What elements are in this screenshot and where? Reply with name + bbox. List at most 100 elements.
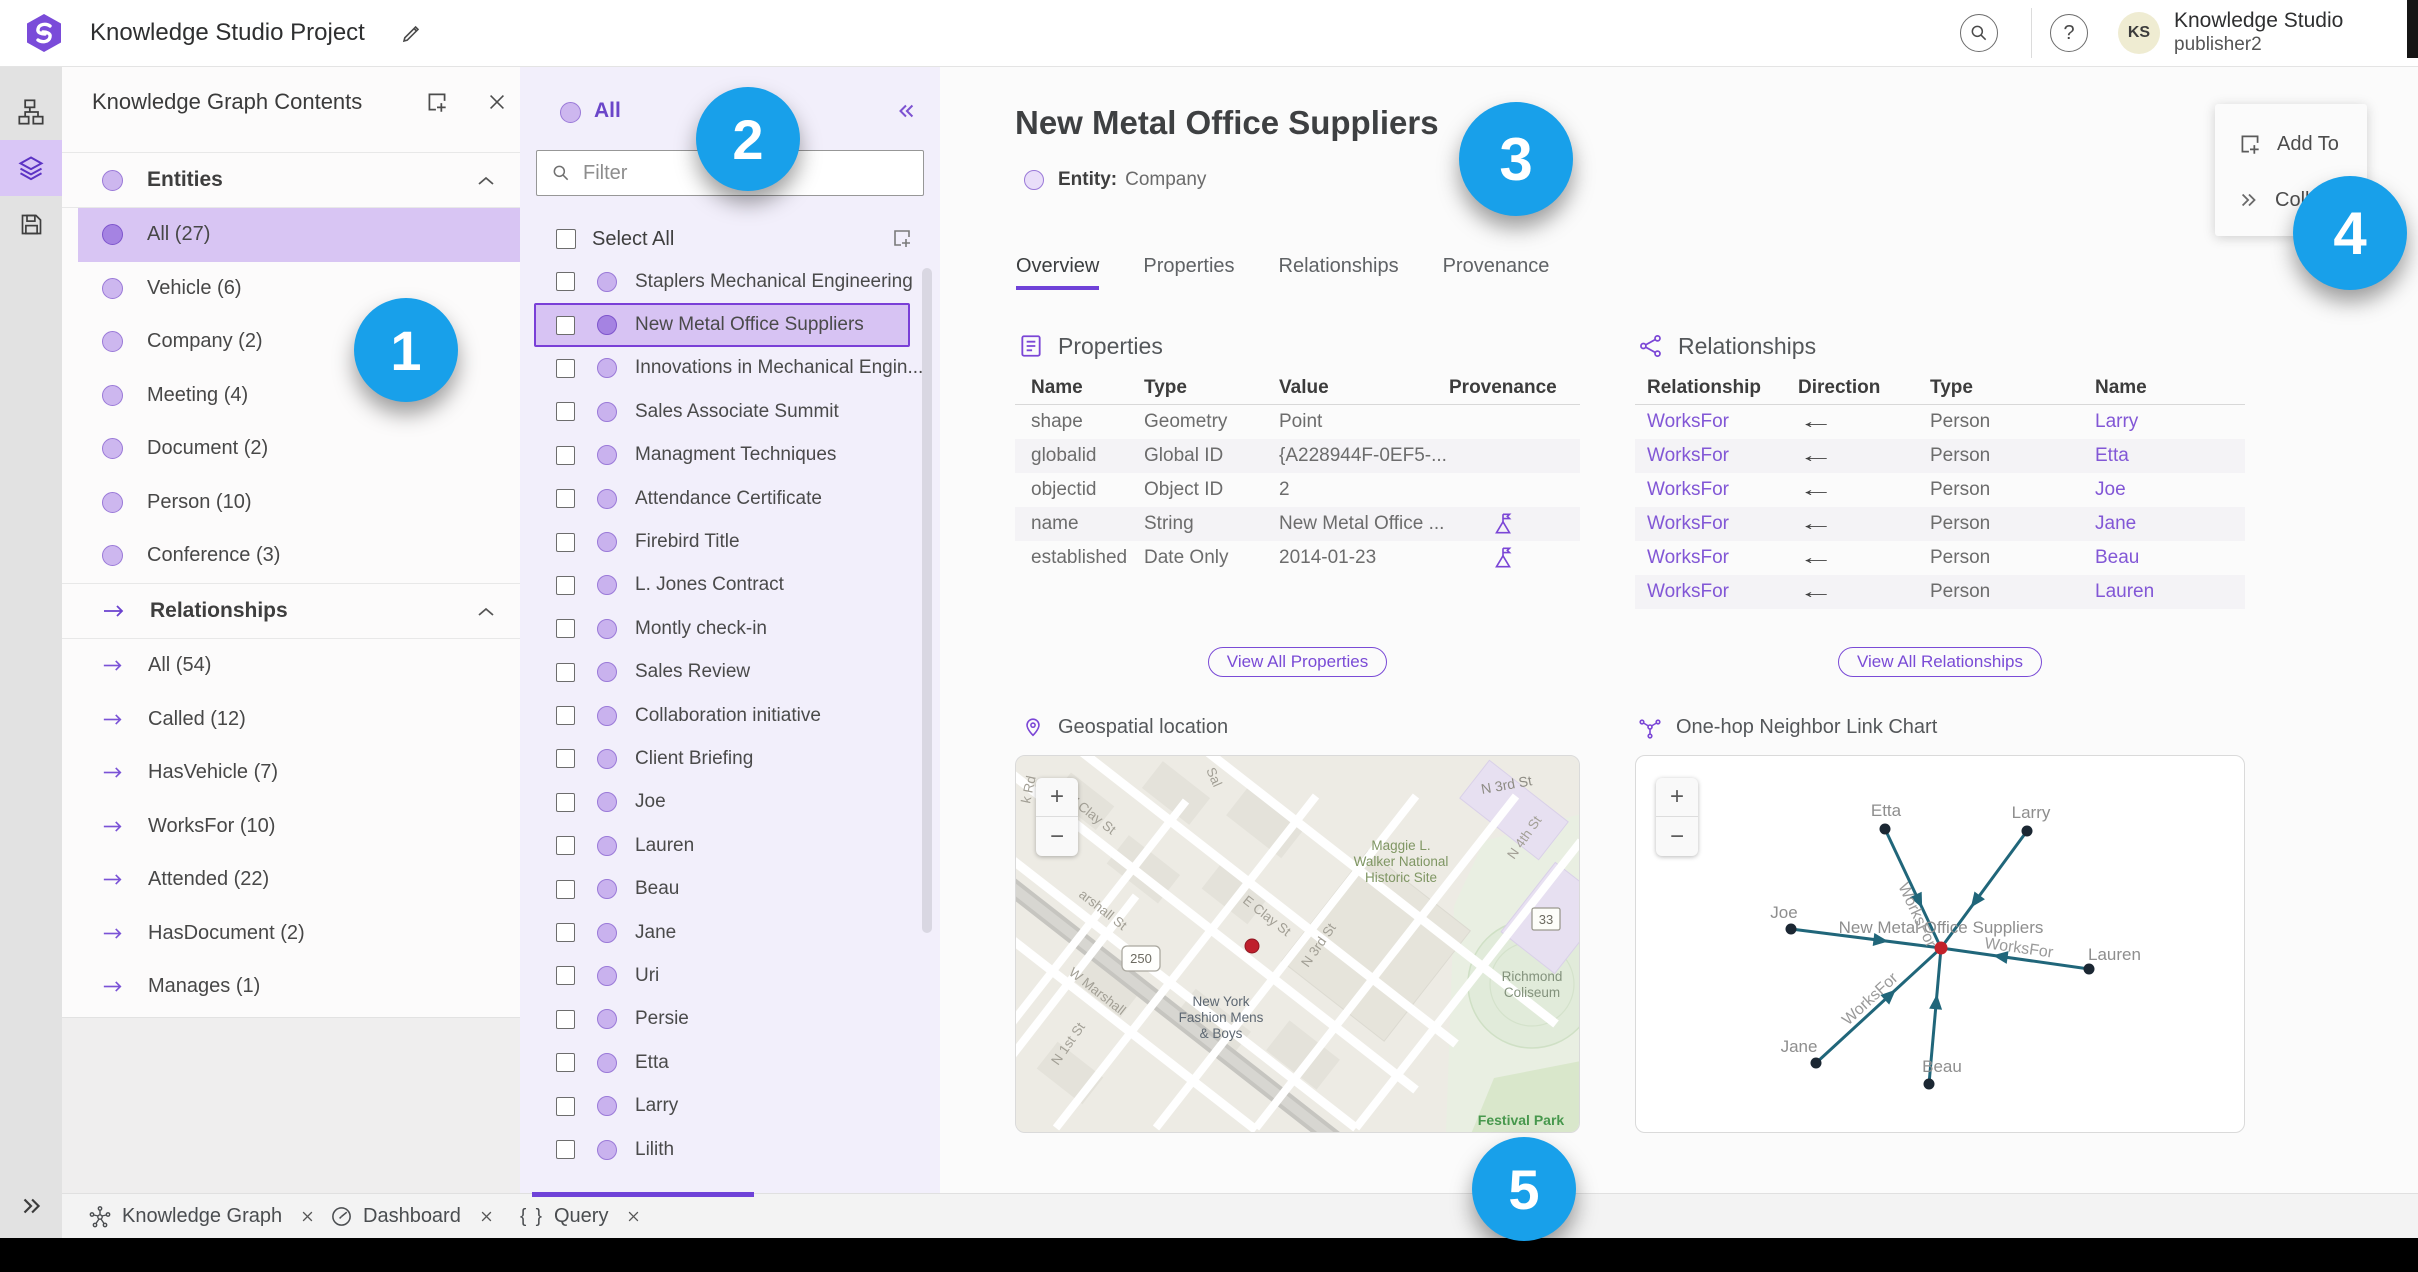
entity-type-item[interactable]: Document (2) xyxy=(62,422,520,476)
relationship-type-item[interactable]: WorksFor (10) xyxy=(62,800,520,854)
entity-instance-item[interactable]: Jane xyxy=(520,911,940,954)
relationship-link[interactable]: WorksFor xyxy=(1647,445,1729,466)
search-button[interactable] xyxy=(1960,14,1998,52)
view-all-relationships-button[interactable]: View All Relationships xyxy=(1838,647,2042,677)
relationship-type-item[interactable]: Called (12) xyxy=(62,693,520,747)
contents-view-button[interactable] xyxy=(0,140,62,196)
entity-type-item[interactable]: Conference (3) xyxy=(62,529,520,583)
related-name-link[interactable]: Lauren xyxy=(2095,581,2154,602)
entity-instance-item[interactable]: Etta xyxy=(520,1041,940,1084)
collapse-panel-icon[interactable] xyxy=(894,100,918,122)
item-checkbox[interactable] xyxy=(556,619,575,639)
user-avatar[interactable]: KS xyxy=(2118,12,2160,54)
entity-instance-item[interactable]: Collaboration initiative xyxy=(520,694,940,737)
entities-section-header[interactable]: Entities xyxy=(62,152,520,208)
detail-tab[interactable]: Properties xyxy=(1143,246,1234,290)
schema-view-button[interactable] xyxy=(0,84,62,140)
provenance-flag-icon[interactable] xyxy=(1491,511,1515,537)
item-checkbox[interactable] xyxy=(556,1053,575,1073)
item-checkbox[interactable] xyxy=(556,879,575,899)
zoom-out-button[interactable]: − xyxy=(1036,817,1078,856)
list-scrollbar[interactable] xyxy=(922,268,932,933)
close-panel-button[interactable] xyxy=(486,91,508,113)
item-checkbox[interactable] xyxy=(556,792,575,812)
relationship-type-item[interactable]: HasDocument (2) xyxy=(62,907,520,961)
item-checkbox[interactable] xyxy=(556,966,575,986)
detail-tab[interactable]: Provenance xyxy=(1443,246,1550,290)
node-beau[interactable] xyxy=(1923,1078,1935,1090)
entity-instance-item[interactable]: L. Jones Contract xyxy=(520,564,940,607)
link-chart[interactable]: Etta Larry Joe Jane Beau New Metal Offic… xyxy=(1635,755,2245,1133)
entity-type-item[interactable]: Meeting (4) xyxy=(62,369,520,423)
relationship-type-item[interactable]: All (54) xyxy=(62,639,520,693)
relationships-section-header[interactable]: Relationships xyxy=(62,583,520,639)
entity-instance-item[interactable]: New Metal Office Suppliers xyxy=(534,303,910,347)
entity-type-item[interactable]: Vehicle (6) xyxy=(62,262,520,316)
relationship-type-item[interactable]: Manages (1) xyxy=(62,960,520,1014)
node-lauren[interactable] xyxy=(2083,963,2095,975)
item-checkbox[interactable] xyxy=(556,923,575,943)
close-tab-icon[interactable] xyxy=(626,1209,641,1224)
add-to-menu-item[interactable]: Add To xyxy=(2215,124,2367,164)
item-checkbox[interactable] xyxy=(556,315,575,335)
tab-query[interactable]: { } Query xyxy=(520,1194,641,1239)
expand-rail-button[interactable] xyxy=(0,1178,62,1234)
close-tab-icon[interactable] xyxy=(300,1209,315,1224)
item-checkbox[interactable] xyxy=(556,272,575,292)
item-checkbox[interactable] xyxy=(556,1096,575,1116)
item-checkbox[interactable] xyxy=(556,532,575,552)
select-all-checkbox[interactable] xyxy=(556,229,576,249)
entity-instance-item[interactable]: Client Briefing xyxy=(520,737,940,780)
entity-instance-item[interactable]: Joe xyxy=(520,781,940,824)
item-checkbox[interactable] xyxy=(556,445,575,465)
item-checkbox[interactable] xyxy=(556,662,575,682)
relationship-link[interactable]: WorksFor xyxy=(1647,479,1729,500)
entity-instance-item[interactable]: Lauren xyxy=(520,824,940,867)
relationship-link[interactable]: WorksFor xyxy=(1647,513,1729,534)
node-joe[interactable] xyxy=(1785,923,1797,935)
chevron-up-icon[interactable] xyxy=(476,173,496,189)
entity-instance-item[interactable]: Managment Techniques xyxy=(520,434,940,477)
item-checkbox[interactable] xyxy=(556,1009,575,1029)
related-name-link[interactable]: Beau xyxy=(2095,547,2139,568)
edit-title-button[interactable] xyxy=(400,21,424,45)
zoom-out-button[interactable]: − xyxy=(1656,817,1698,856)
entity-instance-item[interactable]: Beau xyxy=(520,867,940,910)
item-checkbox[interactable] xyxy=(556,358,575,378)
related-name-link[interactable]: Larry xyxy=(2095,411,2138,432)
entity-instance-item[interactable]: Innovations in Mechanical Engin... xyxy=(520,347,940,390)
item-checkbox[interactable] xyxy=(556,1140,575,1159)
item-checkbox[interactable] xyxy=(556,402,575,422)
relationship-type-item[interactable]: HasVehicle (7) xyxy=(62,746,520,800)
entity-instance-item[interactable]: Firebird Title xyxy=(520,520,940,563)
entity-instance-item[interactable]: Uri xyxy=(520,954,940,997)
related-name-link[interactable]: Joe xyxy=(2095,479,2126,500)
entity-instance-item[interactable]: Sales Associate Summit xyxy=(520,390,940,433)
add-to-new-icon[interactable] xyxy=(890,226,914,250)
item-checkbox[interactable] xyxy=(556,575,575,595)
relationship-link[interactable]: WorksFor xyxy=(1647,581,1729,602)
node-jane[interactable] xyxy=(1810,1057,1822,1069)
help-button[interactable]: ? xyxy=(2050,14,2088,52)
node-etta[interactable] xyxy=(1879,823,1891,835)
related-name-link[interactable]: Jane xyxy=(2095,513,2136,534)
geospatial-map[interactable]: k Rd W Clay St Sal arshall St W Marshall… xyxy=(1015,755,1580,1133)
entity-instance-item[interactable]: Attendance Certificate xyxy=(520,477,940,520)
related-name-link[interactable]: Etta xyxy=(2095,445,2129,466)
entity-instance-item[interactable]: Staplers Mechanical Engineering xyxy=(520,260,940,303)
item-checkbox[interactable] xyxy=(556,749,575,769)
entity-instance-item[interactable]: Persie xyxy=(520,998,940,1041)
close-tab-icon[interactable] xyxy=(479,1209,494,1224)
tab-knowledge-graph[interactable]: Knowledge Graph xyxy=(88,1194,315,1239)
entity-instance-item[interactable]: Larry xyxy=(520,1084,940,1127)
zoom-in-button[interactable]: + xyxy=(1656,778,1698,817)
entity-instance-item[interactable]: Sales Review xyxy=(520,651,940,694)
save-button[interactable] xyxy=(0,196,62,252)
detail-tab[interactable]: Relationships xyxy=(1279,246,1399,290)
node-larry[interactable] xyxy=(2021,825,2033,837)
zoom-in-button[interactable]: + xyxy=(1036,778,1078,817)
entity-instance-item[interactable]: Montly check-in xyxy=(520,607,940,650)
relationship-type-item[interactable]: Attended (22) xyxy=(62,853,520,907)
item-checkbox[interactable] xyxy=(556,489,575,509)
entity-type-item[interactable]: Person (10) xyxy=(62,476,520,530)
